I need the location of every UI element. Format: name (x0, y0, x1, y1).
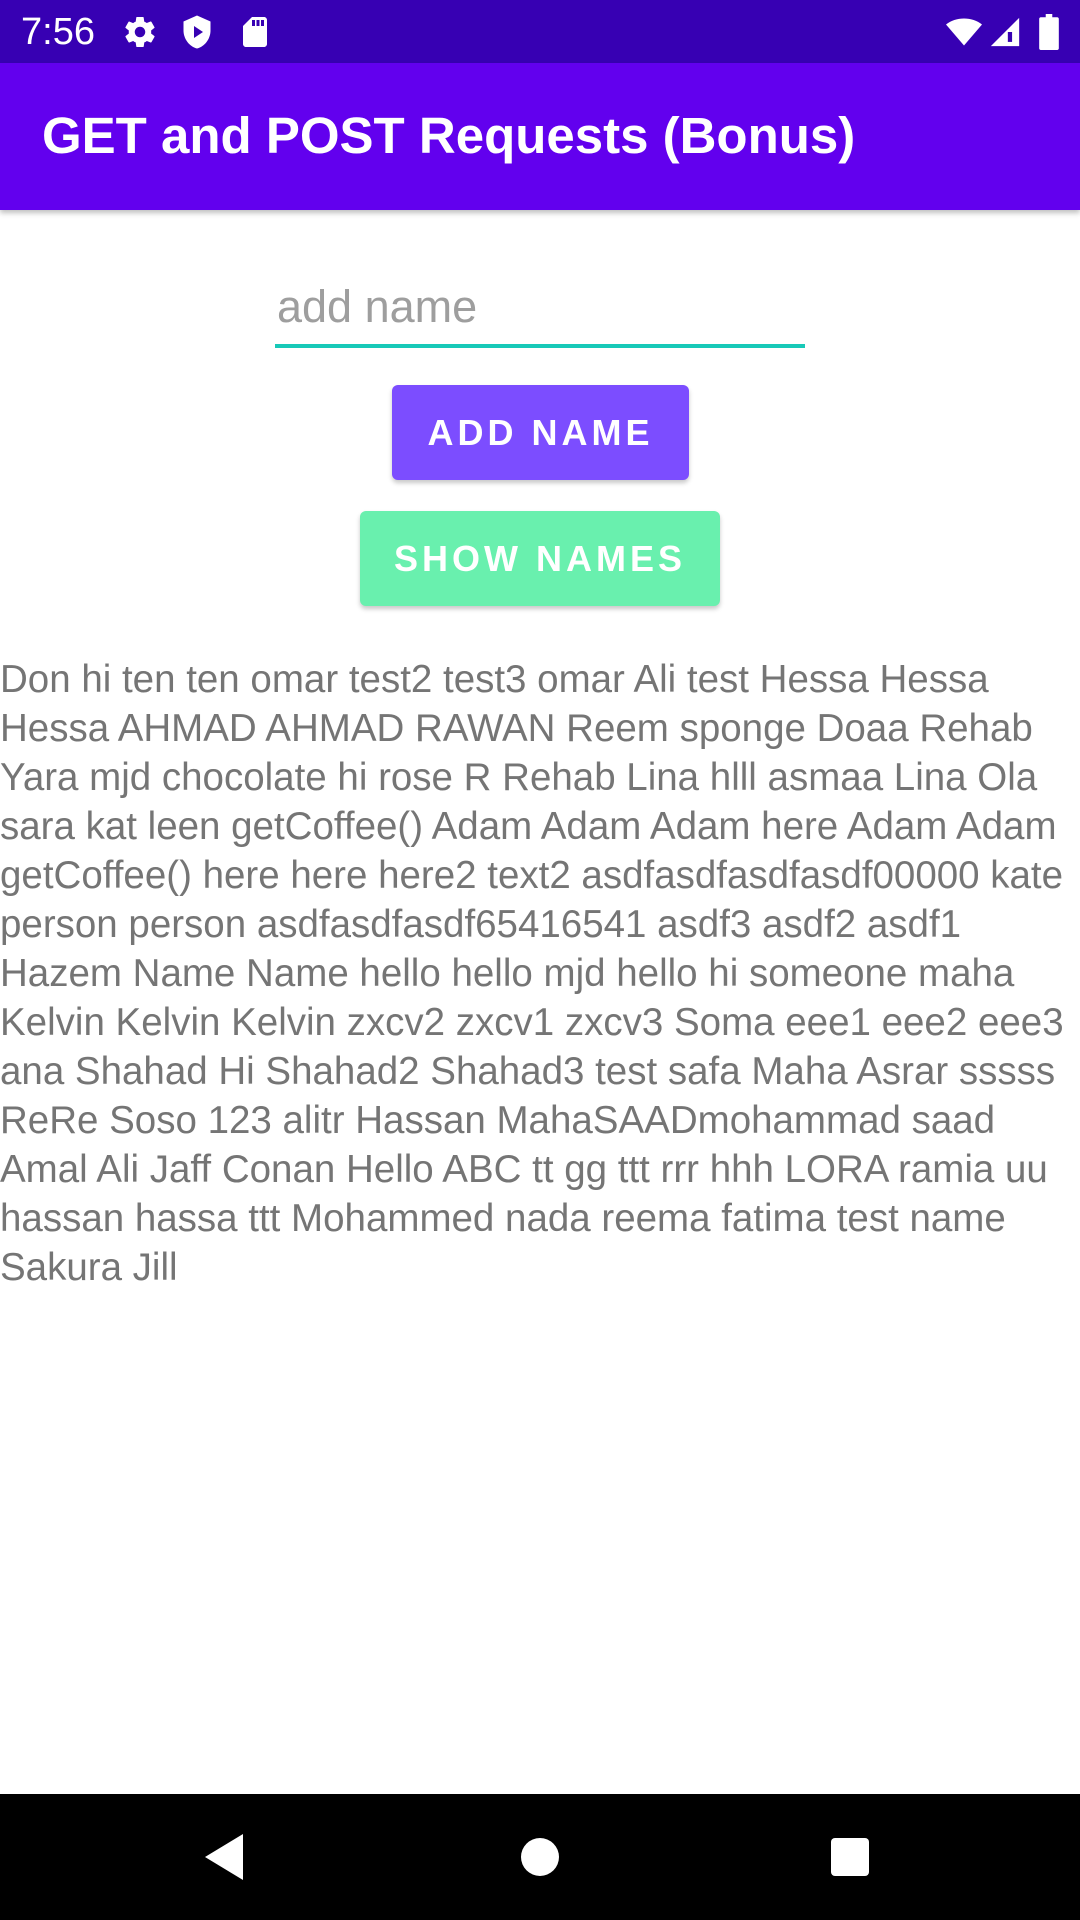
battery-icon (1038, 14, 1060, 55)
add-name-button[interactable]: ADD NAME (392, 385, 689, 480)
show-names-button[interactable]: SHOW NAMES (360, 511, 720, 606)
back-icon[interactable] (165, 1794, 285, 1920)
play-shield-icon (179, 14, 215, 55)
name-input[interactable] (275, 278, 805, 348)
status-time: 7:56 (21, 11, 95, 53)
sd-card-icon (237, 14, 273, 55)
home-icon[interactable] (480, 1794, 600, 1920)
app-title: GET and POST Requests (Bonus) (42, 107, 856, 164)
app-screen: 7:56 GET and POST Requests (Bonus) ADD N… (0, 0, 1080, 1920)
cell-signal-icon (988, 14, 1022, 55)
app-bar: GET and POST Requests (Bonus) (0, 63, 1080, 210)
gear-icon (122, 14, 158, 55)
navigation-bar (0, 1794, 1080, 1920)
recents-icon[interactable] (790, 1794, 910, 1920)
names-output-text: Don hi ten ten omar test2 test3 omar Ali… (0, 658, 1064, 1289)
wifi-icon (944, 14, 984, 55)
status-bar: 7:56 (0, 0, 1080, 63)
